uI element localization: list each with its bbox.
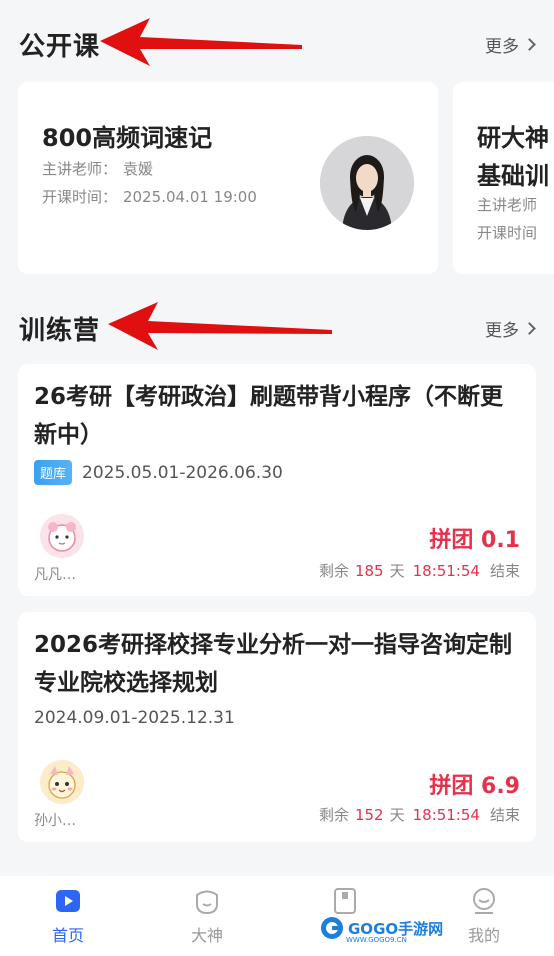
- training-camp-more-link[interactable]: 更多: [485, 316, 536, 341]
- home-icon: [56, 890, 80, 912]
- watermark-url: WWW.GOGO9.CN: [346, 936, 407, 944]
- annotation-arrow-icon: [100, 18, 302, 66]
- end-label: 结束: [489, 806, 520, 824]
- camp-date-range: 2024.09.01-2025.12.31: [34, 708, 235, 728]
- lesson-title: 800高频词速记: [42, 124, 213, 152]
- remain-days: 152: [354, 806, 384, 824]
- countdown-row: 剩余 152 天 18:51:54 结束: [319, 804, 520, 825]
- tab-home[interactable]: 首页: [28, 886, 108, 946]
- tab-label: 首页: [51, 926, 84, 945]
- remain-label: 剩余: [318, 806, 349, 824]
- countdown-time: 18:51:54: [412, 562, 480, 580]
- more-label: 更多: [485, 321, 519, 341]
- book-icon: [334, 888, 356, 914]
- tab-masters[interactable]: 大神: [167, 886, 247, 946]
- open-class-more-link[interactable]: 更多: [485, 32, 536, 57]
- more-label: 更多: [485, 37, 519, 57]
- chevron-right-icon: [523, 322, 536, 335]
- teacher-label: 主讲老师: [477, 196, 538, 214]
- mascot-icon: [196, 890, 218, 915]
- group-price: 拼团 0.1: [429, 528, 520, 553]
- tab-label: 大神: [190, 926, 223, 945]
- camp-title: 26考研【考研政治】刷题带背小程序（不断更新中）: [34, 384, 504, 448]
- days-unit: 天: [389, 806, 405, 824]
- teacher-name: 袁媛: [123, 160, 154, 178]
- watermark-logo-icon: [321, 917, 343, 939]
- avatar: [40, 760, 84, 804]
- class-time-line: 开课时间： 2025.04.01 19:00: [42, 186, 257, 207]
- countdown-time: 18:51:54: [412, 806, 480, 824]
- open-class-title: 公开课: [19, 32, 101, 62]
- avatar: [40, 514, 84, 558]
- tab-profile[interactable]: 我的: [444, 886, 524, 946]
- app-screen: 公开课 更多 800高频词速记 主讲老师： 袁媛 开课时间： 2025.04.01 …: [0, 0, 554, 956]
- tab-label: 我的: [467, 926, 500, 945]
- group-price: 拼团 6.9: [429, 774, 520, 799]
- teacher-photo: [320, 136, 414, 230]
- end-label: 结束: [489, 562, 520, 580]
- lesson-title-line: 研大神: [477, 124, 549, 152]
- group-leader-name: 孙小…: [34, 813, 76, 829]
- chevron-right-icon: [523, 38, 536, 51]
- profile-icon: [473, 888, 495, 914]
- bottom-tab-bar: 首页 大神 我的: [0, 876, 554, 956]
- lesson-title-line: 基础训: [477, 162, 549, 190]
- camp-date-row: 题库 2025.05.01-2026.06.30: [34, 460, 283, 485]
- open-class-card[interactable]: 研大神 基础训 主讲老师 开课时间: [453, 82, 554, 274]
- time-label: 开课时间：: [42, 188, 118, 206]
- camp-date-row: 2024.09.01-2025.12.31: [34, 708, 235, 728]
- training-camp-card[interactable]: 2026考研择校择专业分析一对一指导咨询定制专业院校选择规划 2024.09.0…: [18, 612, 536, 842]
- teacher-label: 主讲老师：: [42, 160, 118, 178]
- teacher-line: 主讲老师： 袁媛: [42, 158, 153, 179]
- remain-days: 185: [354, 562, 384, 580]
- remain-label: 剩余: [318, 562, 349, 580]
- class-time: 2025.04.01 19:00: [123, 188, 257, 206]
- open-class-carousel[interactable]: 800高频词速记 主讲老师： 袁媛 开课时间： 2025.04.01 19:00: [0, 82, 554, 276]
- camp-date-range: 2025.05.01-2026.06.30: [82, 462, 283, 483]
- annotation-arrow-icon: [108, 302, 332, 350]
- training-camp-title: 训练营: [19, 316, 101, 346]
- time-label: 开课时间: [477, 224, 538, 242]
- camp-title: 2026考研择校择专业分析一对一指导咨询定制专业院校选择规划: [34, 632, 513, 696]
- training-camp-card[interactable]: 26考研【考研政治】刷题带背小程序（不断更新中） 题库 2025.05.01-2…: [18, 364, 536, 596]
- countdown-row: 剩余 185 天 18:51:54 结束: [319, 560, 520, 581]
- days-unit: 天: [389, 562, 405, 580]
- open-class-card[interactable]: 800高频词速记 主讲老师： 袁媛 开课时间： 2025.04.01 19:00: [18, 82, 438, 274]
- watermark-logo: GOGO手游网 WWW.GOGO9.CN: [320, 916, 443, 944]
- category-tag: 题库: [34, 460, 73, 485]
- group-leader-name: 凡凡…: [34, 567, 76, 583]
